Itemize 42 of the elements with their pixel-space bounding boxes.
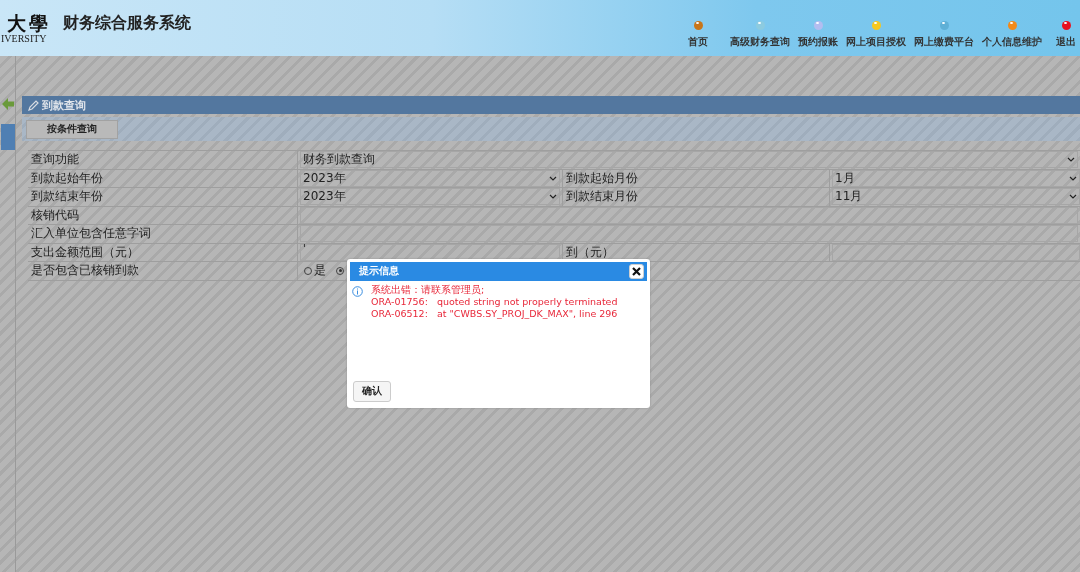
error-message: ORA-01756: quoted string not properly terminated: [371, 296, 618, 308]
field-label: 到款起始月份: [562, 169, 830, 187]
logo-subtext: IVERSITY: [1, 32, 47, 44]
nav-link[interactable]: 个人信息维护: [978, 21, 1046, 49]
chevron-down-icon: [549, 175, 557, 181]
search-by-condition-button[interactable]: 按条件查询: [26, 119, 118, 139]
field-label: 支出金额范围（元）: [28, 243, 298, 261]
chevron-down-icon: [1067, 157, 1075, 163]
chevron-down-icon: [1069, 194, 1077, 200]
select-field[interactable]: 11月: [832, 188, 1080, 206]
nav-link[interactable]: 预约报账: [794, 21, 842, 49]
field-label: 汇入单位包含任意字词: [28, 225, 298, 243]
close-button[interactable]: [629, 264, 644, 279]
nav-link[interactable]: 首页: [684, 21, 712, 49]
field-label: 到款起始年份: [28, 169, 298, 187]
panel-title: 到款查询: [42, 97, 86, 113]
nav-link[interactable]: 网上项目授权: [842, 21, 910, 49]
pencil-icon: [28, 99, 39, 111]
info-icon: [352, 286, 363, 297]
dialog-title: 提示信息: [359, 265, 399, 278]
chevron-down-icon: [1069, 175, 1077, 181]
select-field[interactable]: 2023年: [300, 169, 560, 187]
side-tab[interactable]: [0, 124, 15, 150]
select-field[interactable]: 2023年: [300, 188, 560, 206]
nav-link[interactable]: 高级财务查询: [726, 21, 794, 49]
chevron-down-icon: [549, 194, 557, 200]
nav-link[interactable]: 退出: [1052, 21, 1080, 49]
error-message: 系统出错：请联系管理员;: [371, 284, 486, 296]
field-label: 核销代码: [28, 206, 298, 224]
field-label: 到款结束月份: [562, 188, 830, 206]
system-title: 财务综合服务系统: [63, 12, 191, 34]
back-arrow-icon[interactable]: [1, 98, 14, 110]
radio-option[interactable]: 是: [304, 262, 326, 280]
confirm-button[interactable]: 确认: [353, 381, 391, 402]
logo-text: 大學: [7, 12, 51, 33]
field-label: 查询功能: [28, 151, 298, 169]
select-field[interactable]: 财务到款查询: [300, 151, 1078, 169]
error-message: ORA-06512: at "CWBS.SY_PROJ_DK_MAX", line 296: [371, 308, 618, 320]
field-label: 是否包含已核销到款: [28, 262, 298, 280]
select-field[interactable]: 1月: [832, 169, 1080, 187]
field-label: 到款结束年份: [28, 188, 298, 206]
nav-link[interactable]: 网上缴费平台: [910, 21, 978, 49]
